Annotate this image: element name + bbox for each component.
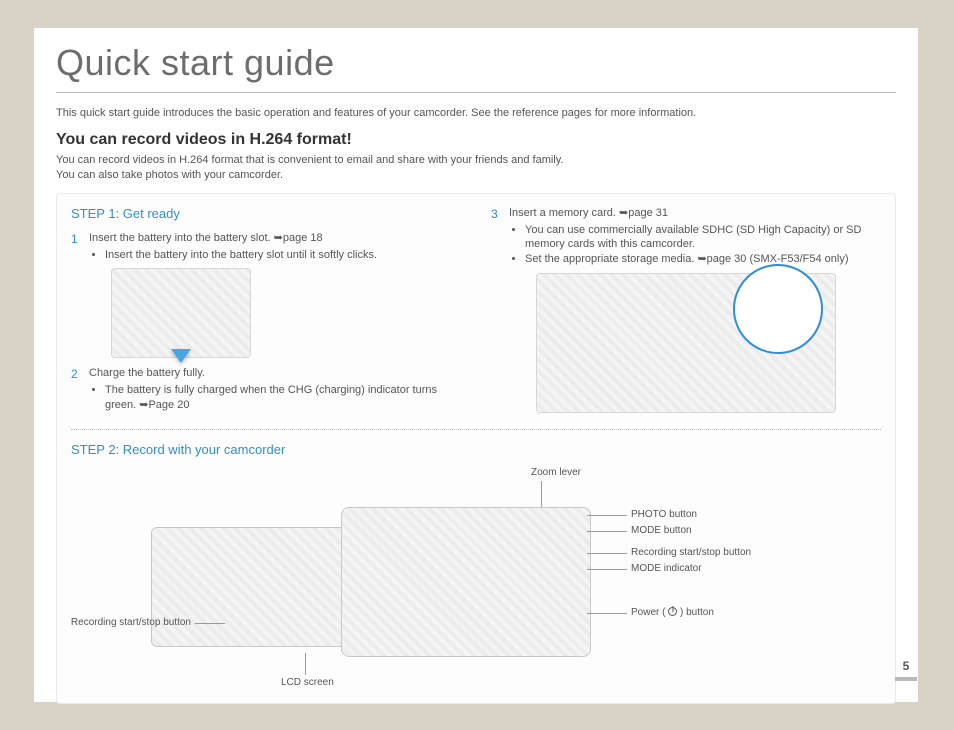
step1-item-1: 1 Insert the battery into the battery sl…: [71, 231, 461, 263]
step1-col-left: STEP 1: Get ready 1 Insert the battery i…: [71, 206, 461, 419]
page-number-marker: [895, 677, 917, 681]
intro-text: This quick start guide introduces the ba…: [56, 107, 896, 119]
content-box: STEP 1: Get ready 1 Insert the battery i…: [56, 193, 896, 704]
power-icon: [668, 607, 677, 616]
label-mode-indicator: MODE indicator: [631, 563, 702, 574]
step1-columns: STEP 1: Get ready 1 Insert the battery i…: [71, 206, 881, 419]
label-mode-button: MODE button: [631, 525, 692, 536]
step1-item-3-bullet-2: Set the appropriate storage media. ➥page…: [525, 252, 881, 267]
label-recording-button-right: Recording start/stop button: [631, 547, 751, 558]
step1-item-2-bullet: The battery is fully charged when the CH…: [105, 383, 461, 413]
label-photo-button: PHOTO button: [631, 509, 697, 520]
page-number: 5: [895, 659, 917, 673]
camcorder-diagram: Zoom lever PHOTO button MODE button Reco…: [71, 467, 881, 697]
memory-card-detail-circle: [733, 264, 823, 354]
section-desc-1: You can record videos in H.264 format th…: [56, 153, 896, 168]
section-desc-2: You can also take photos with your camco…: [56, 168, 896, 183]
step2-title: STEP 2: Record with your camcorder: [71, 442, 881, 457]
page-ref: ➥page 18: [274, 232, 323, 244]
memory-card-illustration: [536, 273, 836, 413]
camcorder-lcd-illustration: [151, 527, 351, 647]
step1-item-1-bullet: Insert the battery into the battery slot…: [105, 248, 461, 263]
step1-item-3: 3 Insert a memory card. ➥page 31 You can…: [491, 206, 881, 267]
step1-item-2: 2 Charge the battery fully. The battery …: [71, 366, 461, 413]
section-heading: You can record videos in H.264 format!: [56, 131, 896, 149]
page-title: Quick start guide: [56, 42, 896, 93]
page-number-region: 5: [895, 659, 917, 681]
label-power-button: Power ( ) button: [631, 607, 714, 618]
label-lcd-screen: LCD screen: [281, 677, 334, 688]
step1-col-right: 3 Insert a memory card. ➥page 31 You can…: [491, 206, 881, 419]
step1-item-3-bullet-1: You can use commercially available SDHC …: [525, 223, 881, 253]
label-recording-button-left: Recording start/stop button: [61, 617, 191, 628]
step1-title: STEP 1: Get ready: [71, 206, 461, 221]
section-divider: [71, 429, 881, 430]
label-zoom-lever: Zoom lever: [531, 467, 581, 478]
manual-page: Quick start guide This quick start guide…: [34, 28, 918, 702]
battery-insert-illustration: [111, 268, 251, 358]
page-ref: ➥page 31: [619, 207, 668, 219]
camcorder-body-illustration: [341, 507, 591, 657]
